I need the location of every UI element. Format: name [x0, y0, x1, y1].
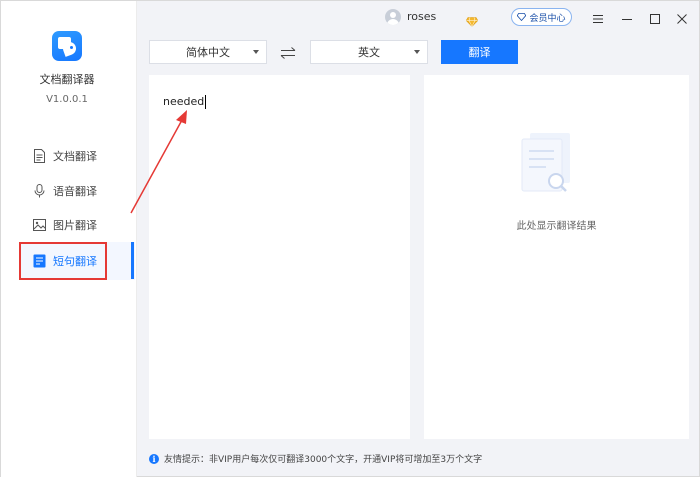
- sidebar: 文档翻译器 V1.0.0.1 文档翻译 语音翻译 图片翻译 短句翻译: [1, 1, 137, 477]
- user-avatar[interactable]: [385, 9, 401, 25]
- app-logo-icon: [52, 31, 82, 61]
- app-name: 文档翻译器: [39, 73, 95, 86]
- sidebar-item-label: 语音翻译: [53, 185, 97, 198]
- document-icon: [33, 149, 46, 163]
- sidebar-item-image-translate[interactable]: 图片翻译: [33, 215, 97, 235]
- source-text[interactable]: needed: [163, 95, 207, 109]
- target-language-value: 英文: [358, 46, 380, 59]
- target-language-select[interactable]: 英文: [310, 40, 428, 64]
- close-icon[interactable]: [676, 10, 688, 24]
- translation-result-area: 此处显示翻译结果: [424, 75, 689, 439]
- translate-button[interactable]: 翻译: [441, 40, 518, 64]
- sidebar-item-label: 文档翻译: [53, 150, 97, 163]
- source-text-area[interactable]: needed: [149, 75, 410, 439]
- sidebar-item-voice-translate[interactable]: 语音翻译: [33, 181, 97, 201]
- chevron-down-icon: [414, 50, 420, 54]
- diamond-icon[interactable]: [465, 12, 479, 28]
- info-icon: i: [149, 453, 159, 464]
- text-cursor: [205, 95, 207, 109]
- maximize-icon[interactable]: [649, 10, 661, 24]
- annotation-highlight-box: [19, 242, 107, 280]
- footer-tip-text: 友情提示：非VIP用户每次仅可翻译3000个文字，开通VIP将可增加至3万个文字: [164, 455, 483, 465]
- app-version: V1.0.0.1: [46, 94, 88, 105]
- vip-center-label: 会员中心: [529, 13, 566, 24]
- vip-center-button[interactable]: 会员中心: [511, 8, 572, 26]
- swap-languages-icon[interactable]: [280, 45, 296, 59]
- menu-icon[interactable]: [592, 10, 604, 23]
- empty-result-text: 此处显示翻译结果: [516, 221, 597, 232]
- source-language-select[interactable]: 简体中文: [149, 40, 267, 64]
- sidebar-active-indicator: [131, 242, 134, 279]
- sidebar-item-label: 图片翻译: [53, 219, 97, 232]
- minimize-icon[interactable]: [621, 10, 633, 22]
- empty-document-icon: [516, 131, 578, 201]
- gem-icon: [517, 13, 527, 21]
- microphone-icon: [33, 184, 46, 198]
- image-icon: [33, 218, 46, 232]
- chevron-down-icon: [253, 50, 259, 54]
- app-window: 文档翻译器 V1.0.0.1 文档翻译 语音翻译 图片翻译 短句翻译 roses…: [0, 0, 700, 477]
- username[interactable]: roses: [407, 10, 436, 23]
- sidebar-item-document-translate[interactable]: 文档翻译: [33, 146, 97, 166]
- footer-tip: i 友情提示：非VIP用户每次仅可翻译3000个文字，开通VIP将可增加至3万个…: [149, 452, 482, 465]
- source-language-value: 简体中文: [186, 46, 230, 59]
